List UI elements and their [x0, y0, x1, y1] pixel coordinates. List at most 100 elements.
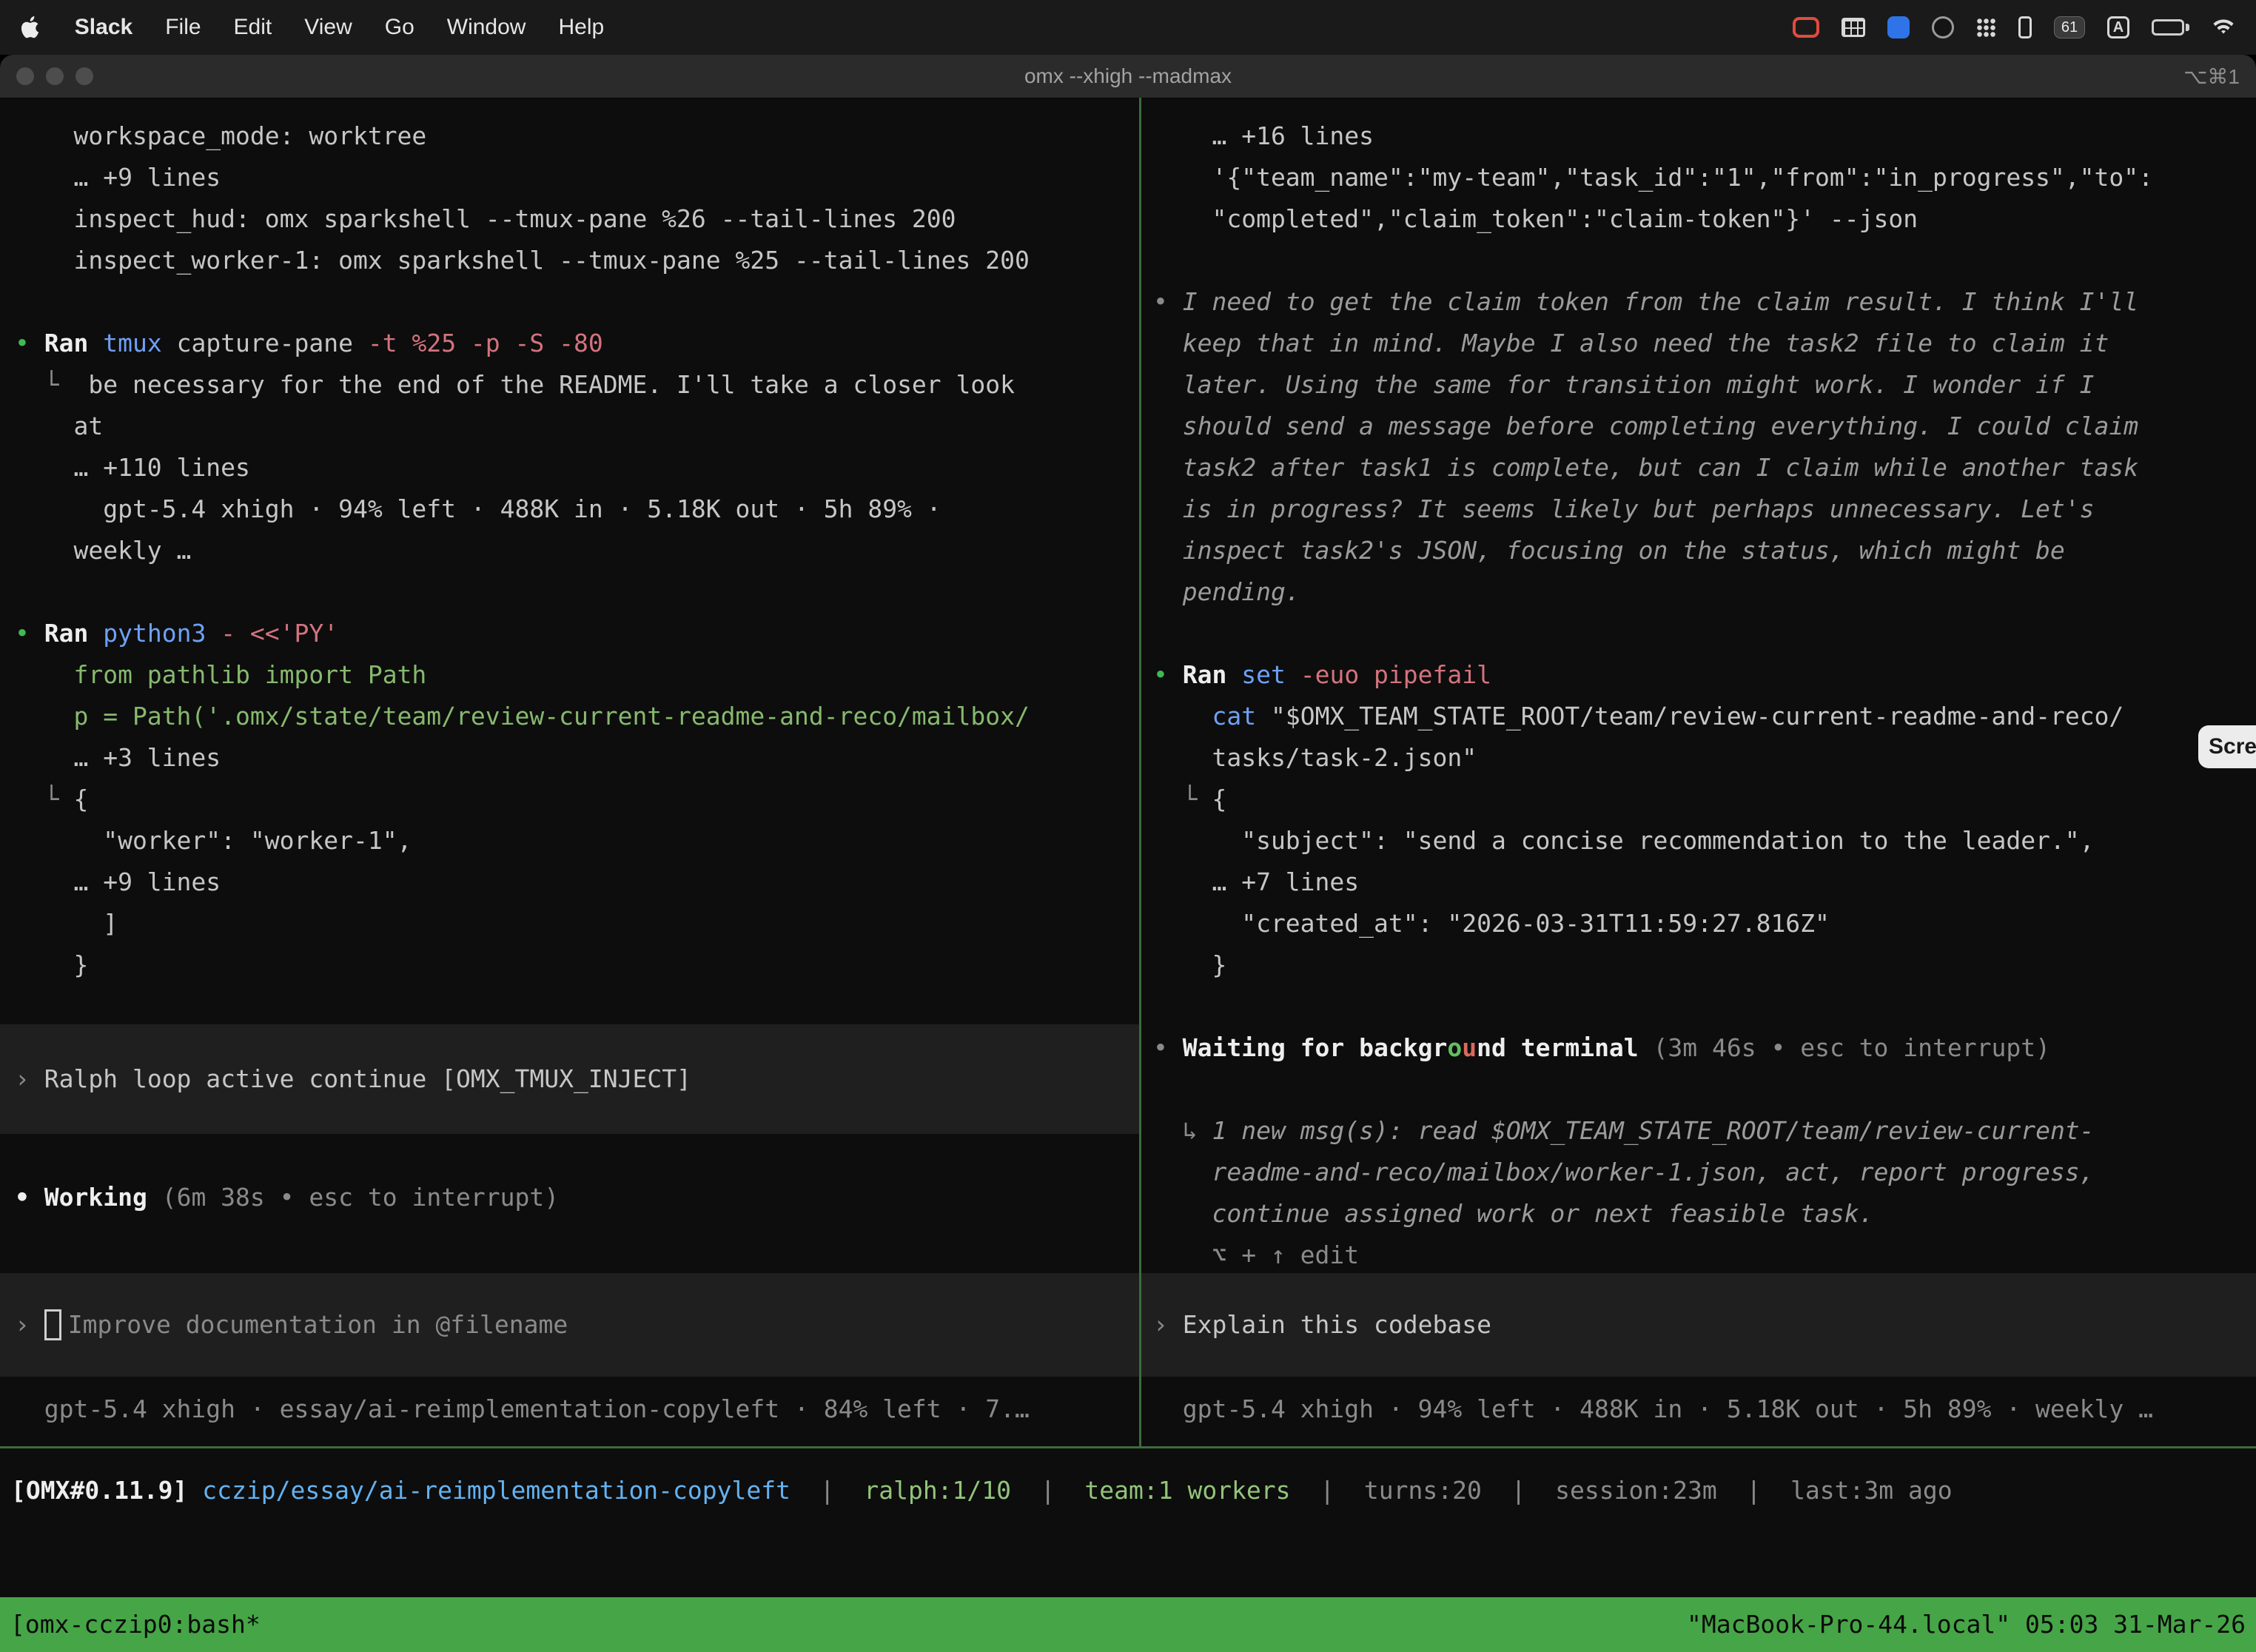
- text-segment: set: [1241, 660, 1300, 689]
- text-segment: from pathlib import Path: [15, 660, 426, 689]
- dots-grid-icon[interactable]: [1976, 18, 1996, 38]
- terminal-line: └ {: [1153, 779, 2256, 820]
- dark-app-icon[interactable]: [1932, 16, 1954, 38]
- terminal-line: • I need to get the claim token from the…: [1153, 281, 2256, 323]
- terminal-line: … +110 lines: [15, 447, 1139, 488]
- text-segment: pending.: [1153, 577, 1300, 606]
- text-segment: ›: [1153, 1304, 1183, 1346]
- text-segment: {: [73, 785, 88, 813]
- grid-app-icon[interactable]: [1842, 18, 1865, 37]
- pane-divider-vertical[interactable]: [1139, 98, 1141, 1446]
- text-segment: … +9 lines: [15, 163, 221, 192]
- text-segment: -t %25 -p -S -80: [368, 329, 603, 357]
- screen: Slack File Edit View Go Window Help 61 A: [0, 0, 2256, 1652]
- text-segment: u: [1462, 1033, 1477, 1062]
- apple-menu-icon[interactable]: [21, 14, 42, 41]
- terminal-line: [1153, 1069, 2256, 1110]
- text-segment: cat: [1212, 702, 1270, 731]
- wifi-icon[interactable]: [2212, 18, 2235, 37]
- text-segment: Ran: [44, 329, 103, 357]
- terminal-line: • Ran python3 - <<'PY': [15, 613, 1139, 654]
- text-segment: … +110 lines: [15, 453, 250, 482]
- input-source-icon[interactable]: A: [2107, 16, 2129, 38]
- menu-help[interactable]: Help: [558, 15, 604, 40]
- phone-icon[interactable]: [2018, 16, 2032, 38]
- screen-record-icon[interactable]: [1793, 17, 1819, 38]
- text-segment: inspect_worker-1: omx sparkshell --tmux-…: [15, 246, 1030, 275]
- text-segment: 1 new msg(s): read $OMX_TEAM_STATE_ROOT/…: [1212, 1116, 2094, 1145]
- text-segment: "worker": "worker-1",: [15, 826, 412, 855]
- text-segment: turns:20: [1364, 1476, 1482, 1505]
- tmux-pane-right[interactable]: … +16 lines '{"team_name":"my-team","tas…: [1141, 98, 2256, 1446]
- tmux-window-tab[interactable]: [omx-cczip0:bash*: [10, 1604, 261, 1645]
- terminal-line: "completed","claim_token":"claim-token"}…: [1153, 198, 2256, 240]
- text-segment: ralph:1/10: [864, 1476, 1011, 1505]
- zoom-button[interactable]: [75, 67, 93, 85]
- text-segment: -euo pipefail: [1300, 660, 1491, 689]
- text-segment: I need to get the claim token from the c…: [1183, 287, 2138, 316]
- terminal-line: from pathlib import Path: [15, 654, 1139, 696]
- terminal-window: omx --xhigh --madmax ⌥⌘1 workspace_mode:…: [0, 55, 2256, 1652]
- terminal-line: workspace_mode: worktree: [15, 115, 1139, 157]
- terminal-line: "created_at": "2026-03-31T11:59:27.816Z": [1153, 903, 2256, 944]
- text-segment: inspect_hud: omx sparkshell --tmux-pane …: [15, 204, 956, 233]
- text-segment: o: [1447, 1033, 1462, 1062]
- terminal-line: inspect_worker-1: omx sparkshell --tmux-…: [15, 240, 1139, 281]
- text-segment: |: [1717, 1476, 1790, 1505]
- injected-prompt-box[interactable]: › Ralph loop active continue [OMX_TMUX_I…: [0, 1024, 1139, 1134]
- text-segment: •: [1153, 1033, 1183, 1062]
- text-segment: be necessary for the end of the README. …: [88, 370, 1015, 399]
- text-segment: "subject": "send a concise recommendatio…: [1153, 826, 2095, 855]
- text-segment: … +3 lines: [15, 743, 221, 772]
- tmux-status-bar: [omx-cczip0:bash* "MacBook-Pro-44.local"…: [0, 1597, 2256, 1652]
- status-badge[interactable]: 61: [2054, 16, 2085, 38]
- terminal-line: "worker": "worker-1",: [15, 820, 1139, 862]
- text-segment: readme-and-reco/mailbox/worker-1.json, a…: [1153, 1158, 2095, 1186]
- text-segment: tasks/task-2.json": [1153, 743, 1477, 772]
- blue-app-icon[interactable]: [1887, 16, 1910, 38]
- composer-input[interactable]: › Explain this codebase: [1141, 1273, 2256, 1377]
- traffic-lights: [0, 67, 93, 85]
- text-segment: cczip/essay/ai-reimplementation-copyleft: [202, 1476, 790, 1505]
- terminal-line: continue assigned work or next feasible …: [1153, 1193, 2256, 1235]
- terminal-line: "subject": "send a concise recommendatio…: [1153, 820, 2256, 862]
- text-segment: … +16 lines: [1153, 121, 1374, 150]
- text-segment: ↳: [1153, 1116, 1212, 1145]
- tmux-pane-left[interactable]: workspace_mode: worktree … +9 lines insp…: [0, 98, 1139, 1446]
- menu-view[interactable]: View: [304, 15, 352, 40]
- text-segment: Ran: [1183, 660, 1241, 689]
- terminal-line: pending.: [1153, 571, 2256, 613]
- text-segment: }: [15, 950, 88, 979]
- text-cursor: [44, 1309, 61, 1340]
- terminal-line: tasks/task-2.json": [1153, 737, 2256, 779]
- terminal-line: … +7 lines: [1153, 862, 2256, 903]
- terminal-line: • Ran tmux capture-pane -t %25 -p -S -80: [15, 323, 1139, 364]
- text-segment: keep that in mind. Maybe I also need the…: [1153, 329, 2109, 357]
- minimize-button[interactable]: [46, 67, 64, 85]
- text-segment: •: [15, 619, 44, 648]
- menu-window[interactable]: Window: [447, 15, 526, 40]
- active-app-menu[interactable]: Slack: [75, 15, 132, 40]
- menu-go[interactable]: Go: [385, 15, 414, 40]
- tmux-host-clock: "MacBook-Pro-44.local" 05:03 31-Mar-26: [1687, 1604, 2246, 1645]
- terminal-line: gpt-5.4 xhigh · 94% left · 488K in · 5.1…: [15, 488, 1139, 530]
- text-segment: "$OMX_TEAM_STATE_ROOT/team/review-curren…: [1271, 702, 2124, 731]
- battery-icon[interactable]: [2152, 19, 2189, 36]
- composer-input[interactable]: › Improve documentation in @filename: [0, 1273, 1139, 1377]
- text-segment: [OMX#0.11.9]: [11, 1476, 202, 1505]
- pane-divider-horizontal[interactable]: [0, 1446, 2256, 1448]
- text-segment: {: [1212, 785, 1226, 813]
- menu-edit[interactable]: Edit: [234, 15, 272, 40]
- text-segment: is in progress? It seems likely but perh…: [1153, 494, 2095, 523]
- terminal-output: … +16 lines '{"team_name":"my-team","tas…: [1141, 98, 2256, 1276]
- terminal-line: └ be necessary for the end of the README…: [15, 364, 1139, 406]
- terminal-line: ⌥ + ↑ edit: [1153, 1235, 2256, 1276]
- terminal-line: task2 after task1 is complete, but can I…: [1153, 447, 2256, 488]
- menu-file[interactable]: File: [165, 15, 201, 40]
- close-button[interactable]: [16, 67, 34, 85]
- text-segment: |: [1482, 1476, 1555, 1505]
- text-segment: p = Path('.omx/state/team/review-current…: [15, 702, 1030, 731]
- text-segment: … +7 lines: [1153, 867, 1359, 896]
- screenshot-overlay[interactable]: Scre: [2198, 725, 2256, 768]
- terminal-line: … +3 lines: [15, 737, 1139, 779]
